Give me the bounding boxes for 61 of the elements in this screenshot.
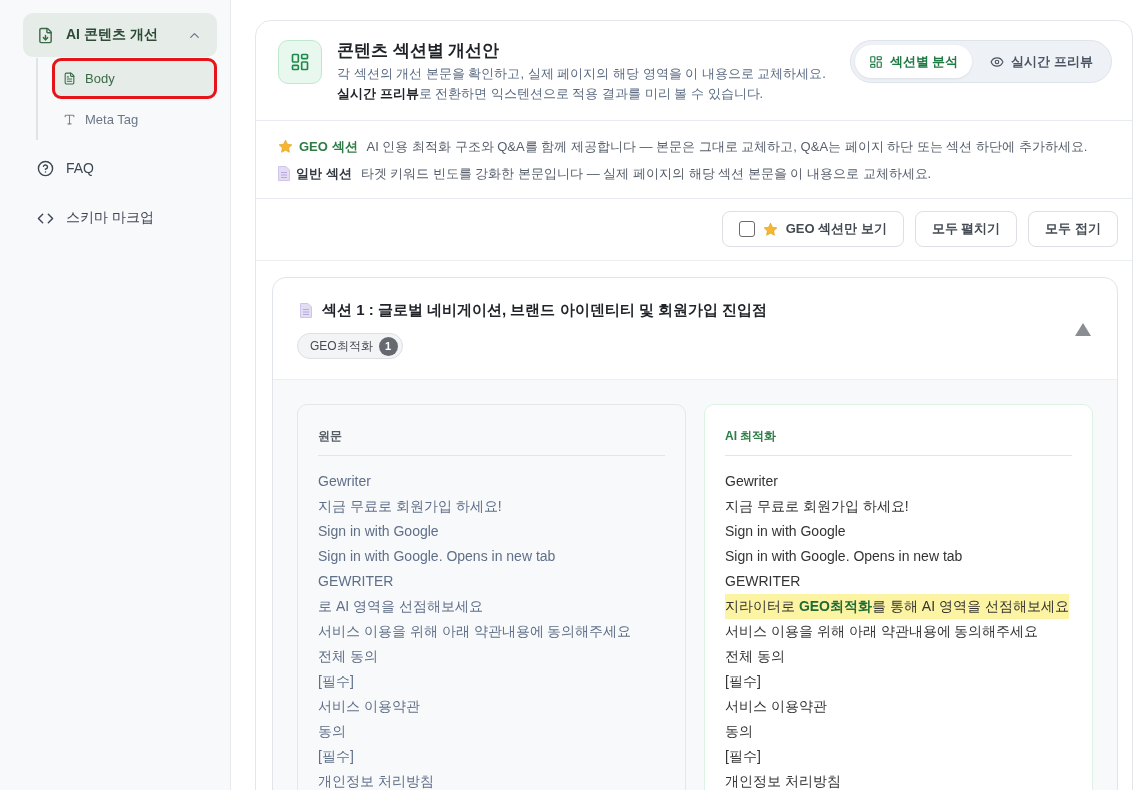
eye-icon [990, 54, 1005, 69]
original-line: 동의 [318, 722, 346, 741]
sidebar-group-header[interactable]: AI 콘텐츠 개선 [23, 13, 217, 57]
star-icon [278, 139, 293, 154]
original-line: 서비스 이용을 위해 아래 약관내용에 동의해주세요 [318, 622, 632, 641]
original-line: Gewriter [318, 472, 371, 491]
sidebar-item[interactable]: FAQ [23, 146, 217, 190]
checkbox[interactable] [738, 221, 755, 237]
optimized-line: Sign in with Google. Opens in new tab [725, 547, 963, 566]
optimized-line: [필수] [725, 672, 761, 691]
optimized-line: 서비스 이용을 위해 아래 약관내용에 동의해주세요 [725, 622, 1039, 641]
page-description: 각 섹션의 개선 본문을 확인하고, 실제 페이지의 해당 영역을 이 내용으로 교체하세요. [337, 65, 827, 83]
original-line: 개인정보 처리방침 [318, 772, 434, 790]
original-line: 전체 동의 [318, 647, 378, 666]
view-tab[interactable]: 섹션별 분석 [854, 45, 973, 78]
collapse-button[interactable] [1075, 323, 1091, 336]
original-line: Sign in with Google [318, 522, 439, 541]
panel-heading: AI 최적화 [725, 427, 1072, 456]
legend-text: 타겟 키워드 빈도를 강화한 본문입니다 — 실제 페이지의 해당 섹션 본문을 이 내용으로 교체하세요. [360, 164, 932, 183]
optimized-line: [필수] [725, 747, 761, 766]
sidebar-item[interactable]: 스키마 마크업 [23, 196, 217, 240]
optimized-line: 전체 동의 [725, 647, 785, 666]
toolbar-button[interactable]: 모두 접기 [1028, 211, 1118, 247]
dashboard-icon [278, 40, 322, 84]
dashboard-icon [868, 54, 883, 69]
legend-label: GEO 섹션 [299, 137, 358, 156]
optimized-line: 서비스 이용약관 [725, 697, 827, 716]
star-icon [762, 221, 778, 237]
legend-text: AI 인용 최적화 구조와 Q&A를 함께 제공합니다 — 본문은 그대로 교체하고, Q&A는 페이지 하단 또는 섹션 하단에 추가하세요. [366, 137, 1088, 156]
page-description: 실시간 프리뷰로 전환하면 익스텐션으로 적용 결과를 미리 볼 수 있습니다. [337, 85, 765, 103]
question-circle-icon [37, 159, 54, 177]
badge-label: GEO최적화 [310, 337, 373, 355]
original-line: 지금 무료로 회원가입 하세요! [318, 497, 502, 516]
geo-filter-button[interactable]: GEO 섹션만 보기 [721, 211, 904, 247]
original-line: [필수] [318, 747, 354, 766]
optimized-line: Gewriter [725, 472, 778, 491]
optimized-line: 개인정보 처리방침 [725, 772, 841, 790]
original-line: Sign in with Google. Opens in new tab [318, 547, 556, 566]
optimized-line: 지금 무료로 회원가입 하세요! [725, 497, 909, 516]
sidebar-item[interactable]: Body [52, 58, 217, 99]
document-icon [300, 302, 312, 318]
optimized-line: 동의 [725, 722, 753, 741]
optimized-line: GEWRITER [725, 572, 801, 591]
optimized-line: Sign in with Google [725, 522, 846, 541]
page-title: 콘텐츠 섹션별 개선안 [337, 40, 501, 62]
original-line: GEWRITER [318, 572, 394, 591]
original-line: 로 AI 영역을 선점해보세요 [318, 597, 483, 616]
section-title: 섹션 1 : 글로벌 네비게이션, 브랜드 아이덴티티 및 회원가입 진입점 [322, 300, 767, 320]
sidebar-item[interactable]: Meta Tag [52, 99, 217, 140]
document-icon [63, 72, 76, 85]
original-line: 서비스 이용약관 [318, 697, 420, 716]
legend-label: 일반 섹션 [296, 164, 352, 183]
badge-count: 1 [378, 336, 398, 356]
document-icon [278, 166, 290, 181]
toolbar-button[interactable]: 모두 펼치기 [914, 211, 1018, 247]
original-line: [필수] [318, 672, 354, 691]
file-download-icon [37, 26, 54, 44]
panel-heading: 원문 [318, 427, 665, 456]
triangle-up-icon [1075, 323, 1091, 336]
text-type-icon [63, 113, 76, 126]
view-tab[interactable]: 실시간 프리뷰 [976, 45, 1107, 78]
